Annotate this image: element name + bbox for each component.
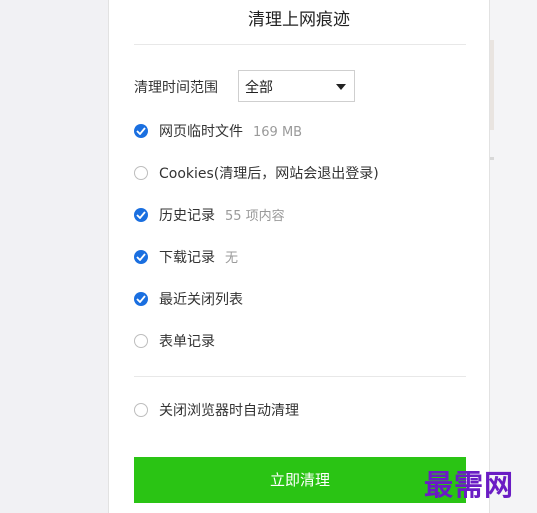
- option-label: 下载记录: [159, 250, 215, 266]
- dialog-title: 清理上网痕迹: [248, 10, 350, 30]
- option-label: 最近关闭列表: [159, 292, 243, 308]
- divider: [134, 376, 466, 377]
- divider: [134, 44, 466, 45]
- time-range-select[interactable]: 全部: [238, 70, 355, 102]
- option-label: Cookies(清理后，网站会退出登录): [159, 166, 379, 182]
- clear-now-button[interactable]: 立即清理: [134, 457, 466, 503]
- time-range-value: 全部: [245, 80, 273, 96]
- option-label: 网页临时文件: [159, 124, 243, 140]
- option-note: 无: [225, 251, 239, 266]
- checkbox-checked-icon[interactable]: [134, 124, 148, 138]
- option-label: 表单记录: [159, 334, 215, 350]
- option-label: 历史记录: [159, 208, 215, 224]
- background-right-strip: [490, 40, 494, 130]
- chevron-down-icon: [336, 84, 346, 90]
- checkbox-checked-icon[interactable]: [134, 208, 148, 222]
- checkbox-checked-icon[interactable]: [134, 292, 148, 306]
- option-label: 关闭浏览器时自动清理: [159, 403, 299, 419]
- background-left-pane: [0, 0, 108, 513]
- option-note: 55 项内容: [225, 209, 285, 224]
- clear-history-dialog: 清理上网痕迹 清理时间范围 全部 网页临时文件 169 MB Cookies(清理…: [108, 0, 490, 513]
- checkbox-unchecked-icon[interactable]: [134, 334, 148, 348]
- background-right-pane: [490, 0, 537, 513]
- background-right-dash: [490, 157, 494, 160]
- watermark-text: 最需网: [424, 468, 515, 502]
- checkbox-checked-icon[interactable]: [134, 250, 148, 264]
- time-range-label: 清理时间范围: [134, 80, 218, 96]
- checkbox-unchecked-icon[interactable]: [134, 166, 148, 180]
- checkbox-unchecked-icon[interactable]: [134, 403, 148, 417]
- option-note: 169 MB: [253, 125, 303, 140]
